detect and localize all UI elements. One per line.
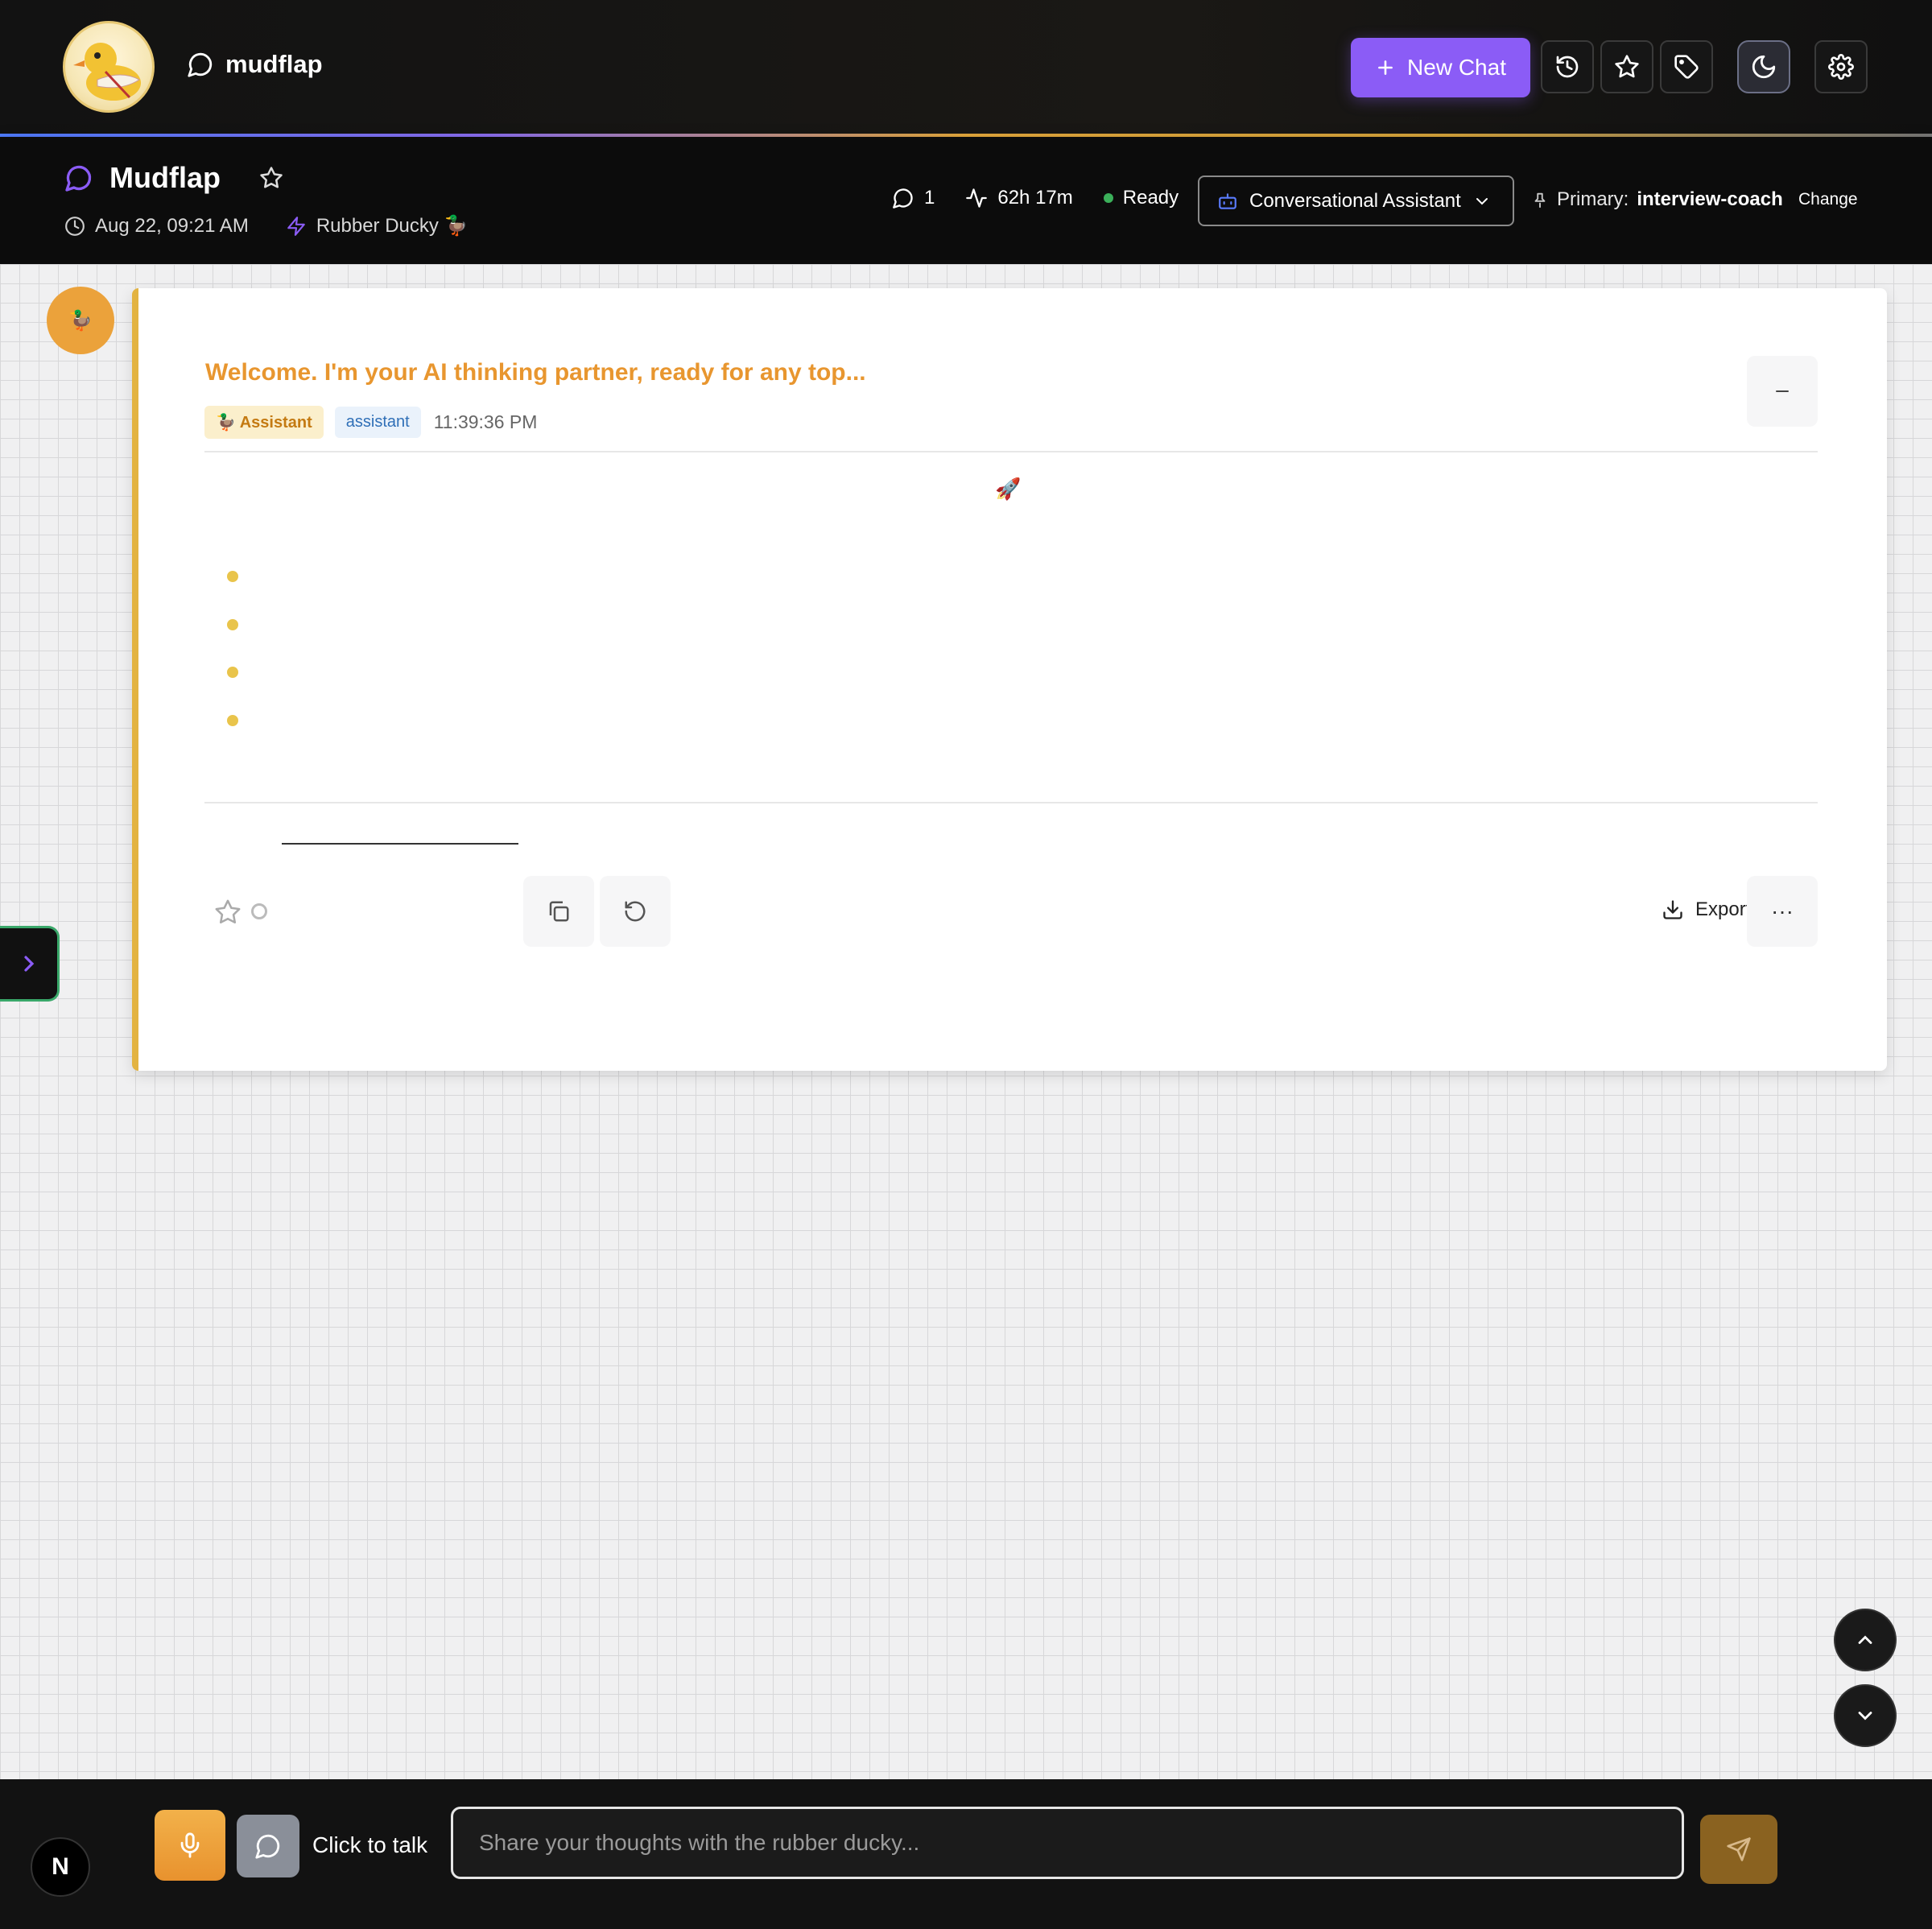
chevron-up-icon: [1854, 1629, 1876, 1651]
list-bullet: [227, 667, 238, 678]
bot-icon: [1217, 191, 1238, 212]
conversation-title: Mudflap: [109, 161, 221, 194]
assistant-select[interactable]: Conversational Assistant: [1198, 176, 1514, 226]
rate-star-icon[interactable]: [214, 898, 242, 926]
minus-icon: [1773, 382, 1792, 401]
conversation-meta: Aug 22, 09:21 AM Rubber Ducky 🦆: [64, 214, 468, 238]
brand[interactable]: mudflap: [187, 50, 323, 79]
n-logo-button[interactable]: N: [31, 1837, 90, 1897]
mic-icon: [176, 1832, 204, 1859]
chat-bubble-icon: [254, 1832, 282, 1860]
send-button[interactable]: [1700, 1815, 1777, 1884]
copy-button[interactable]: [523, 876, 594, 947]
click-to-talk-label: Click to talk: [312, 1832, 428, 1857]
download-icon: [1662, 898, 1684, 921]
favorites-button[interactable]: [1600, 40, 1653, 93]
copy-icon: [547, 899, 571, 923]
chevron-right-icon: [16, 951, 42, 977]
content-underline: [282, 843, 518, 845]
new-chat-label: New Chat: [1407, 55, 1506, 80]
message-input[interactable]: [451, 1807, 1684, 1879]
pin-icon: [1531, 191, 1549, 209]
message-divider-top: [204, 451, 1818, 452]
activity-icon: [965, 187, 988, 209]
message-title: Welcome. I'm your AI thinking partner, r…: [205, 359, 866, 386]
message-count: 1: [924, 187, 935, 209]
status-text: Ready: [1122, 187, 1179, 209]
type-badge: assistant: [334, 407, 421, 438]
history-button[interactable]: [1541, 40, 1594, 93]
assistant-avatar: 🦆: [47, 287, 114, 354]
status-dot: [1103, 193, 1113, 203]
message-badges: 🦆 Assistant assistant 11:39:36 PM: [204, 406, 537, 439]
export-label: Export: [1695, 898, 1752, 920]
assistant-select-value: Conversational Assistant: [1249, 189, 1461, 212]
rating-indicator[interactable]: [251, 903, 267, 919]
chat-bubble-icon: [64, 163, 93, 192]
list-bullet: [227, 571, 238, 582]
collapse-button[interactable]: [1747, 356, 1818, 427]
chevron-down-icon: [1854, 1704, 1876, 1727]
regenerate-button[interactable]: [600, 876, 671, 947]
conversation-date: Aug 22, 09:21 AM: [95, 214, 249, 237]
conversation-stats: 1 62h 17m Ready: [892, 187, 1179, 209]
plus-icon: [1375, 57, 1396, 78]
theme-toggle-button[interactable]: [1737, 40, 1790, 93]
star-icon: [1614, 54, 1640, 80]
role-badge: 🦆 Assistant: [204, 406, 324, 439]
moon-icon: [1750, 53, 1777, 81]
favorite-star-icon[interactable]: [259, 166, 283, 190]
scroll-up-button[interactable]: [1834, 1609, 1897, 1671]
message-divider-bottom: [204, 802, 1818, 803]
lightning-icon: [286, 216, 307, 237]
duration: 62h 17m: [997, 187, 1073, 209]
clock-icon: [64, 216, 85, 237]
send-icon: [1726, 1836, 1752, 1862]
new-chat-button[interactable]: New Chat: [1351, 38, 1530, 97]
change-button[interactable]: Change: [1798, 190, 1858, 209]
export-button[interactable]: Export: [1662, 898, 1751, 921]
primary-label: Primary:: [1557, 188, 1629, 210]
primary-mode: Primary: interview-coach: [1531, 188, 1783, 211]
tag-icon: [1674, 54, 1699, 80]
list-bullet: [227, 715, 238, 726]
primary-value: interview-coach: [1637, 188, 1783, 210]
tags-button[interactable]: [1660, 40, 1713, 93]
sidebar-toggle[interactable]: [0, 926, 60, 1002]
brand-name: mudflap: [225, 50, 323, 78]
more-options-button[interactable]: ···: [1747, 876, 1818, 947]
message-time: 11:39:36 PM: [433, 411, 538, 432]
message-count-icon: [892, 187, 914, 209]
duck-logo[interactable]: [63, 21, 155, 113]
refresh-icon: [623, 899, 647, 923]
list-bullet: [227, 619, 238, 630]
chevron-down-icon: [1472, 192, 1492, 211]
settings-button[interactable]: [1814, 40, 1868, 93]
persona-name: Rubber Ducky 🦆: [316, 215, 469, 237]
mic-button[interactable]: [155, 1810, 225, 1881]
chat-bubble-icon: [187, 51, 214, 78]
scroll-down-button[interactable]: [1834, 1684, 1897, 1747]
rocket-emoji: 🚀: [995, 477, 1022, 501]
gear-icon: [1828, 54, 1854, 80]
conversation-title-row: Mudflap: [64, 161, 283, 195]
text-mode-button[interactable]: [237, 1815, 299, 1877]
history-icon: [1554, 54, 1580, 80]
